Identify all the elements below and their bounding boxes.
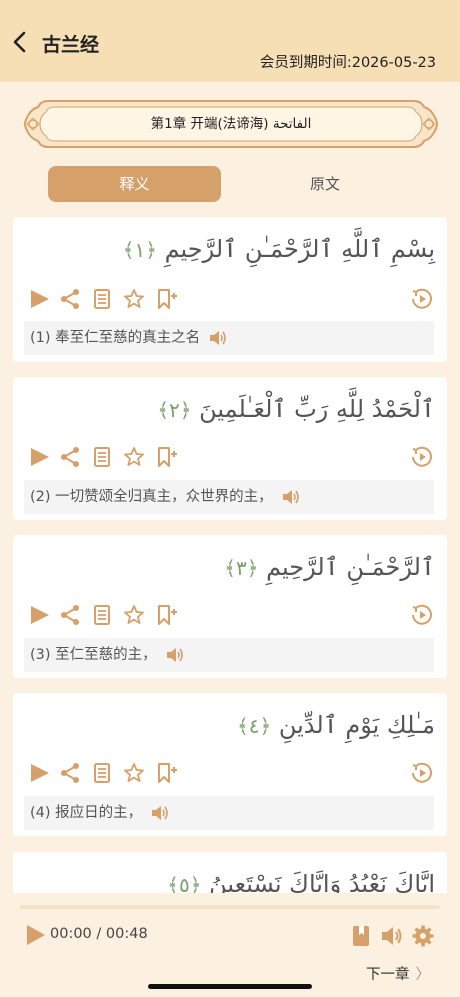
share-icon[interactable] <box>58 287 82 311</box>
verse-card: ٱلْحَمْدُ لِلَّهِ رَبِّ ٱلْعَـٰلَمِينَ ﴿… <box>13 377 447 520</box>
verse-card: مَـٰلِكِ يَوْمِ ٱلدِّينِ ﴿٤﴾ (4) 报应日的主， <box>13 693 447 836</box>
add-bookmark-icon[interactable] <box>154 445 178 469</box>
play-icon[interactable] <box>28 287 52 311</box>
membership-expiry: 会员到期时间:2026-05-23 <box>259 55 436 71</box>
home-indicator[interactable] <box>148 984 312 989</box>
verse-actions <box>28 287 438 313</box>
share-icon[interactable] <box>58 603 82 627</box>
verse-translation: (4) 报应日的主， <box>24 796 434 830</box>
verse-actions <box>28 445 438 471</box>
verse-card: ٱلرَّحْمَـٰنِ ٱلرَّحِيمِ ﴿٣﴾ (3) 至仁至慈的主， <box>13 535 447 678</box>
play-icon[interactable] <box>25 924 47 946</box>
speaker-icon[interactable] <box>208 329 228 347</box>
chevron-right-icon: 〉 <box>415 967 431 983</box>
verse-arabic: ٱلرَّحْمَـٰنِ ٱلرَّحِيمِ ﴿٣﴾ <box>224 553 435 581</box>
tab-original[interactable]: 原文 <box>238 166 412 202</box>
notes-icon[interactable] <box>90 445 114 469</box>
verse-translation: (1) 奉至仁至慈的真主之名 <box>24 321 434 355</box>
add-bookmark-icon[interactable] <box>154 603 178 627</box>
verse-translation: (2) 一切赞颂全归真主，众世界的主， <box>24 480 434 514</box>
ayah-number: ﴿٥﴾ <box>167 873 202 893</box>
ayah-number: ﴿٢﴾ <box>157 398 192 422</box>
playback-time: 00:00 / 00:48 <box>50 926 148 942</box>
share-icon[interactable] <box>58 445 82 469</box>
verse-arabic: إِيَّاكَ نَعْبُدُ وَإِيَّاكَ نَسْتَعِينُ… <box>167 870 435 893</box>
verse-arabic: مَـٰلِكِ يَوْمِ ٱلدِّينِ ﴿٤﴾ <box>236 711 435 739</box>
chapter-banner: 第1章 开端(法谛海) الفاتحة <box>24 98 438 150</box>
star-icon[interactable] <box>122 761 146 785</box>
speaker-icon[interactable] <box>150 804 170 822</box>
notes-icon[interactable] <box>90 287 114 311</box>
view-tabs: 释义 原文 <box>48 166 412 202</box>
next-chapter-link[interactable]: 下一章〉 <box>366 963 430 984</box>
verse-arabic: ٱلْحَمْدُ لِلَّهِ رَبِّ ٱلْعَـٰلَمِينَ ﴿… <box>157 395 435 423</box>
progress-track[interactable] <box>20 905 440 909</box>
speaker-icon[interactable] <box>281 488 301 506</box>
ayah-number: ﴿٤﴾ <box>236 714 272 738</box>
chapter-title: 第1章 开端(法谛海) الفاتحة <box>150 116 312 132</box>
notes-icon[interactable] <box>90 603 114 627</box>
page-title: 古兰经 <box>42 34 100 56</box>
play-icon[interactable] <box>28 603 52 627</box>
verse-actions <box>28 761 438 787</box>
replay-icon[interactable] <box>410 603 434 627</box>
star-icon[interactable] <box>122 287 146 311</box>
replay-icon[interactable] <box>410 761 434 785</box>
verse-translation: (3) 至仁至慈的主， <box>24 638 434 672</box>
verse-actions <box>28 603 438 629</box>
volume-icon[interactable] <box>380 924 404 948</box>
back-arrow-icon[interactable] <box>10 30 32 54</box>
replay-icon[interactable] <box>410 445 434 469</box>
add-bookmark-icon[interactable] <box>154 761 178 785</box>
play-icon[interactable] <box>28 445 52 469</box>
ayah-number: ﴿١﴾ <box>122 238 157 262</box>
settings-gear-icon[interactable] <box>411 924 435 948</box>
top-bar: 古兰经 会员到期时间:2026-05-23 <box>0 0 460 82</box>
verse-card: إِيَّاكَ نَعْبُدُ وَإِيَّاكَ نَسْتَعِينُ… <box>13 852 447 893</box>
verse-list[interactable]: بِسْمِ ٱللَّهِ ٱلرَّحْمَـٰنِ ٱلرَّحِيمِ … <box>0 217 460 893</box>
notes-icon[interactable] <box>90 761 114 785</box>
add-bookmark-icon[interactable] <box>154 287 178 311</box>
speaker-icon[interactable] <box>165 646 185 664</box>
ayah-number: ﴿٣﴾ <box>224 556 259 580</box>
star-icon[interactable] <box>122 445 146 469</box>
verse-arabic: بِسْمِ ٱللَّهِ ٱلرَّحْمَـٰنِ ٱلرَّحِيمِ … <box>122 235 435 263</box>
share-icon[interactable] <box>58 761 82 785</box>
audio-player: 00:00 / 00:48 下一章〉 <box>0 893 460 997</box>
play-icon[interactable] <box>28 761 52 785</box>
tab-interpretation[interactable]: 释义 <box>48 166 221 202</box>
replay-icon[interactable] <box>410 287 434 311</box>
verse-card: بِسْمِ ٱللَّهِ ٱلرَّحْمَـٰنِ ٱلرَّحِيمِ … <box>13 217 447 362</box>
bookmark-book-icon[interactable] <box>349 924 373 948</box>
star-icon[interactable] <box>122 603 146 627</box>
next-chapter-label: 下一章 <box>366 967 410 983</box>
